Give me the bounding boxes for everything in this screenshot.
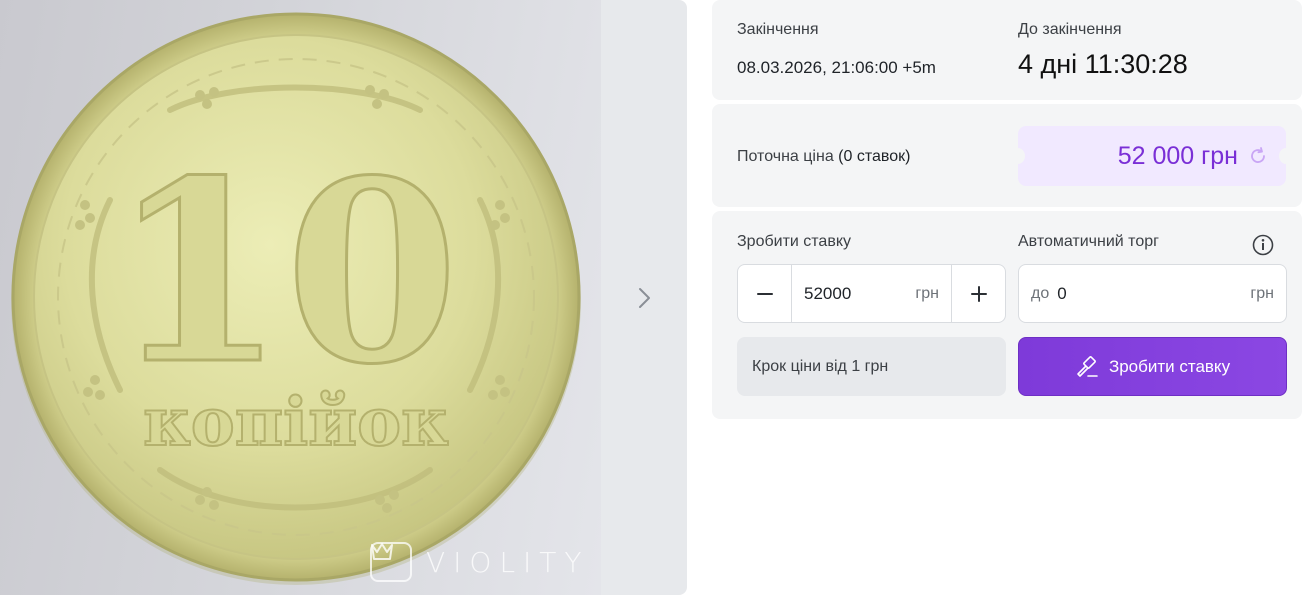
watermark-logo-icon (370, 542, 412, 582)
auction-panel: Закінчення 08.03.2026, 21:06:00 +5m До з… (712, 0, 1302, 419)
watermark-text: VIOLITY (426, 545, 590, 579)
price-step-info: Крок ціни від 1 грн (737, 337, 1006, 396)
current-price-ticket: 52 000 грн (1011, 126, 1293, 186)
price-card: Поточна ціна (0 ставок) 52 000 грн (712, 104, 1302, 207)
bid-amount-input[interactable] (804, 283, 916, 304)
auto-bid-currency-unit: грн (1250, 284, 1274, 302)
svg-text:копійок: копійок (143, 383, 449, 461)
time-left-value: 4 дні 11:30:28 (1018, 49, 1188, 79)
svg-text:10: 10 (111, 125, 459, 419)
current-price-text: Поточна ціна (737, 148, 834, 165)
watermark: VIOLITY (370, 542, 590, 582)
lot-photo[interactable]: 10 копійок VIOLITY (0, 0, 601, 595)
increase-bid-button[interactable] (951, 265, 1005, 322)
bid-card: Зробити ставку Автоматичний торг грн (712, 211, 1302, 419)
bids-count: (0 ставок) (838, 148, 911, 165)
plus-icon (970, 285, 987, 302)
gallery-nav (601, 0, 687, 595)
auto-bid-field: до грн (1018, 264, 1287, 323)
auto-bid-input[interactable] (1057, 283, 1243, 304)
info-icon[interactable] (1252, 234, 1274, 256)
time-left-label: До закінчення (1018, 21, 1122, 38)
make-bid-button-label: Зробити ставку (1108, 356, 1231, 376)
end-date-label: Закінчення (737, 21, 819, 38)
decrease-bid-button[interactable] (738, 265, 792, 322)
chevron-right-icon[interactable] (632, 286, 656, 310)
current-price-label: Поточна ціна (0 ставок) (737, 148, 910, 166)
refresh-icon[interactable] (1248, 146, 1268, 166)
current-price-value: 52 000 грн (1117, 141, 1238, 170)
auto-bid-prefix: до (1031, 284, 1050, 302)
make-bid-button[interactable]: Зробити ставку (1018, 337, 1287, 396)
make-bid-label: Зробити ставку (737, 233, 851, 250)
bid-currency-unit: грн (915, 284, 939, 302)
coin-image: 10 копійок (11, 12, 581, 585)
auto-bid-label: Автоматичний торг (1018, 233, 1159, 250)
minus-icon (756, 292, 773, 295)
bid-amount-stepper: грн (737, 264, 1006, 323)
end-date-value: 08.03.2026, 21:06:00 +5m (737, 58, 936, 77)
timer-card: Закінчення 08.03.2026, 21:06:00 +5m До з… (712, 0, 1302, 100)
bid-amount-field: грн (792, 265, 951, 322)
gavel-icon (1077, 355, 1098, 377)
